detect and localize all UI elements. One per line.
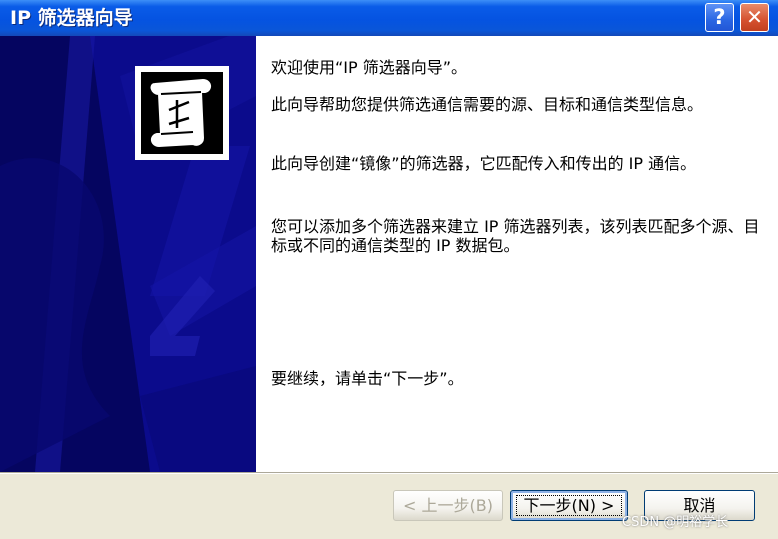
scroll-arrow-icon xyxy=(141,72,223,154)
close-icon: ✕ xyxy=(746,5,763,29)
title-bar[interactable]: IP 筛选器向导 ? ✕ xyxy=(0,0,778,36)
focus-rectangle xyxy=(516,495,622,516)
footer-separator xyxy=(0,472,778,474)
back-button[interactable]: < 上一步(B) xyxy=(393,490,503,521)
wizard-icon-frame xyxy=(135,66,229,160)
next-button[interactable]: 下一步(N) > xyxy=(510,490,628,521)
help-button[interactable]: ? xyxy=(705,3,734,32)
filter-list-text: 您可以添加多个筛选器来建立 IP 筛选器列表，该列表匹配多个源、目标或不同的通信… xyxy=(271,217,760,255)
welcome-text: 欢迎使用“IP 筛选器向导”。 xyxy=(271,58,468,77)
help-icon: ? xyxy=(713,5,726,29)
wizard-content-panel: 欢迎使用“IP 筛选器向导”。 此向导帮助您提供筛选通信需要的源、目标和通信类型… xyxy=(256,36,778,472)
window-title: IP 筛选器向导 xyxy=(10,7,133,29)
wizard-sidebar-graphic xyxy=(0,36,256,472)
continue-instruction-text: 要继续，请单击“下一步”。 xyxy=(271,369,464,388)
mirror-filter-text: 此向导创建“镜像”的筛选器，它匹配传入和传出的 IP 通信。 xyxy=(271,154,697,173)
ip-filter-wizard-window: IP 筛选器向导 ? ✕ 欢迎使用“IP 筛选器向导”。 此向导帮助您提供筛选通… xyxy=(0,0,778,539)
description-text: 此向导帮助您提供筛选通信需要的源、目标和通信类型信息。 xyxy=(271,95,704,114)
watermark: CSDN @明裕学长 xyxy=(622,515,729,530)
close-button[interactable]: ✕ xyxy=(740,3,769,32)
